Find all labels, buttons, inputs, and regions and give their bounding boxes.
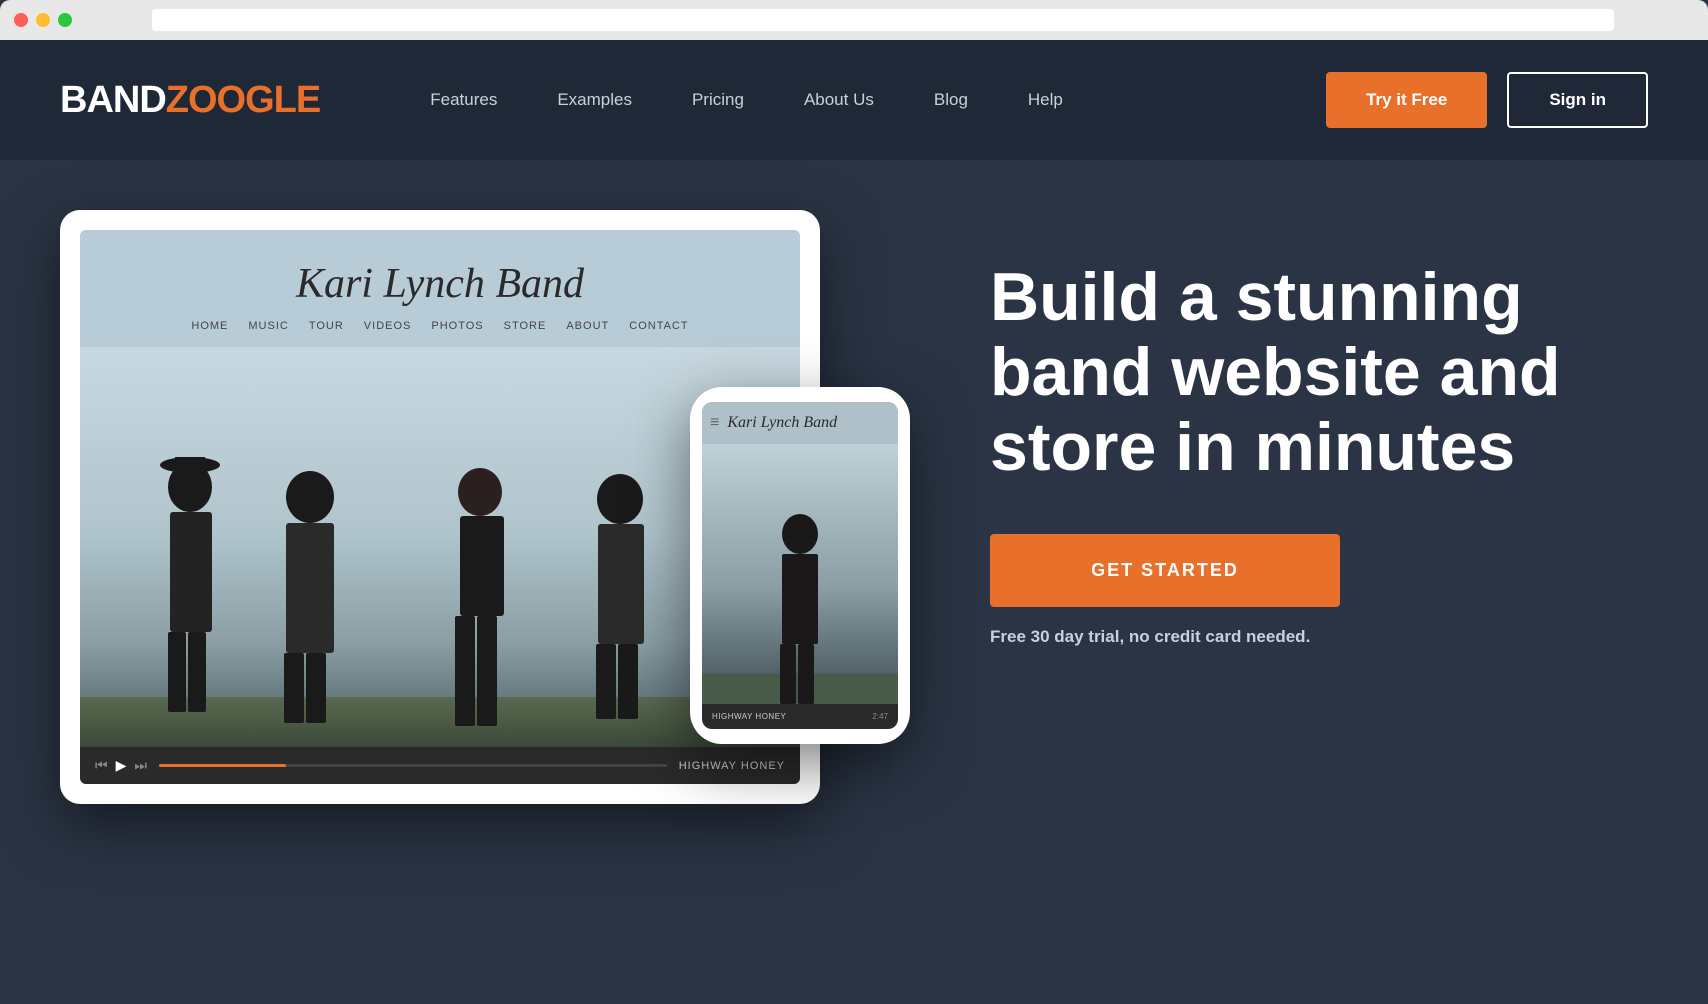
phone-menu-icon[interactable]: ≡ [710, 414, 719, 432]
hero-subtext: Free 30 day trial, no credit card needed… [990, 627, 1648, 647]
player-controls: ⏮ ▶ ⏭ [95, 757, 147, 774]
traffic-lights [14, 13, 72, 27]
player-track-name: HIGHWAY HONEY [679, 760, 785, 772]
nav-blog[interactable]: Blog [904, 90, 998, 110]
logo-band: BAND [60, 79, 166, 121]
klb-nav-music: MUSIC [248, 320, 288, 332]
phone-band-image [702, 444, 898, 704]
maximize-button[interactable] [58, 13, 72, 27]
phone-mockup: ≡ Kari Lynch Band [690, 387, 910, 744]
hero-headline: Build a stunning band website and store … [990, 260, 1648, 484]
nav-examples[interactable]: Examples [527, 90, 662, 110]
player-progress-bar[interactable] [159, 764, 667, 767]
phone-time: 2:47 [872, 712, 888, 721]
minimize-button[interactable] [36, 13, 50, 27]
klb-nav-photos: PHOTOS [431, 320, 483, 332]
klb-nav-tour: TOUR [309, 320, 344, 332]
klb-nav-store: STORE [504, 320, 547, 332]
klb-nav-contact: CONTACT [629, 320, 688, 332]
try-free-button[interactable]: Try it Free [1326, 72, 1487, 128]
sign-in-button[interactable]: Sign in [1507, 72, 1648, 128]
address-bar[interactable] [152, 9, 1614, 31]
hero-section: Kari Lynch Band HOME MUSIC TOUR VIDEOS P… [0, 160, 1708, 1004]
logo-zoogle: ZOOGLE [166, 79, 320, 121]
klb-tablet-nav: HOME MUSIC TOUR VIDEOS PHOTOS STORE ABOU… [100, 320, 780, 332]
klb-nav-about: ABOUT [566, 320, 609, 332]
player-progress-fill [159, 764, 286, 767]
site-header: BANDZOOGLE Features Examples Pricing Abo… [0, 40, 1708, 160]
klb-tablet-title: Kari Lynch Band [100, 260, 780, 308]
main-nav: Features Examples Pricing About Us Blog … [400, 90, 1326, 110]
phone-klb-header: ≡ Kari Lynch Band [702, 402, 898, 444]
klb-tablet-header: Kari Lynch Band HOME MUSIC TOUR VIDEOS P… [80, 230, 800, 347]
klb-player[interactable]: ⏮ ▶ ⏭ HIGHWAY HONEY [80, 747, 800, 784]
phone-screen: ≡ Kari Lynch Band [702, 402, 898, 729]
nav-help[interactable]: Help [998, 90, 1093, 110]
nav-features[interactable]: Features [400, 90, 527, 110]
nav-about[interactable]: About Us [774, 90, 904, 110]
devices-mockup: Kari Lynch Band HOME MUSIC TOUR VIDEOS P… [60, 210, 910, 804]
player-play-icon[interactable]: ▶ [116, 757, 127, 774]
player-next-icon[interactable]: ⏭ [134, 757, 147, 774]
phone-track-name: HIGHWAY HONEY [712, 712, 864, 721]
get-started-button[interactable]: GET STARTED [990, 534, 1340, 607]
main-content: BANDZOOGLE Features Examples Pricing Abo… [0, 40, 1708, 1004]
close-button[interactable] [14, 13, 28, 27]
header-actions: Try it Free Sign in [1326, 72, 1648, 128]
nav-pricing[interactable]: Pricing [662, 90, 774, 110]
klb-nav-home: HOME [191, 320, 228, 332]
klb-nav-videos: VIDEOS [364, 320, 412, 332]
window-chrome [0, 0, 1708, 40]
logo[interactable]: BANDZOOGLE [60, 79, 320, 122]
phone-klb-title: Kari Lynch Band [727, 414, 837, 432]
phone-player[interactable]: HIGHWAY HONEY 2:47 [702, 704, 898, 729]
player-prev-icon[interactable]: ⏮ [95, 757, 108, 774]
hero-text: Build a stunning band website and store … [910, 200, 1648, 647]
